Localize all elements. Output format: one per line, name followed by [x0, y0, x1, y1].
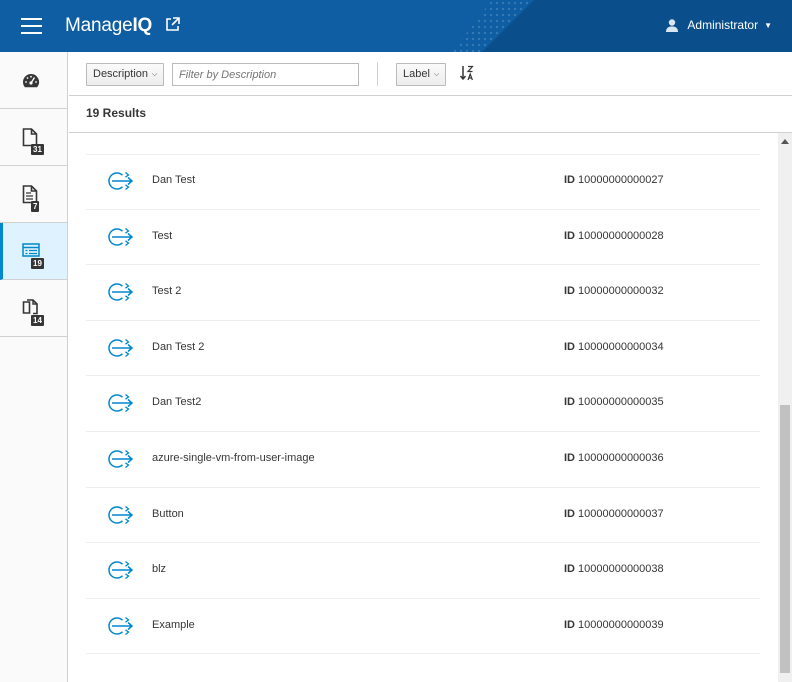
external-link-icon[interactable]: [165, 17, 180, 32]
user-icon: [666, 18, 679, 32]
id-value: 10000000000037: [578, 507, 664, 520]
masthead: ManageIQ Administrator ▼: [0, 0, 792, 52]
item-name[interactable]: Dan Test2: [152, 396, 201, 408]
service-catalog-item-icon: [106, 559, 134, 584]
list-item[interactable]: azure-single-vm-from-user-image ID 1000000…: [86, 432, 760, 488]
nav-item-copies[interactable]: 14: [0, 280, 67, 337]
nav-badge: 7: [31, 201, 40, 212]
nav-badge: 14: [31, 315, 44, 326]
list-view: Dan Test ID 10000000000027 Test ID 1000000000…: [69, 133, 778, 682]
item-id: ID 10000000000035: [564, 396, 664, 408]
service-catalog-item-icon: [106, 281, 134, 306]
item-id: ID 10000000000034: [564, 341, 664, 353]
list-item[interactable]: Test ID 10000000000028: [86, 210, 760, 266]
user-menu[interactable]: Administrator ▼: [666, 18, 772, 32]
scrollbar-thumb[interactable]: [780, 405, 790, 673]
item-name[interactable]: Dan Test 2: [152, 341, 204, 353]
id-value: 10000000000036: [578, 451, 664, 464]
sort-alpha-desc-icon[interactable]: [460, 65, 474, 81]
id-value: 10000000000027: [578, 174, 664, 186]
item-name[interactable]: Button: [152, 508, 184, 520]
list-item[interactable]: Test 2 ID 10000000000032: [86, 265, 760, 321]
results-count: 19 Results: [86, 106, 147, 120]
nav-badge: 19: [31, 258, 44, 269]
catalog-list-icon: [22, 243, 40, 257]
toolbar: Description⌵ Label⌵: [69, 52, 792, 96]
nav-item-documents[interactable]: 31: [0, 109, 67, 166]
id-label: ID: [564, 451, 575, 464]
list-item[interactable]: Dan Test ID 10000000000027: [86, 154, 760, 210]
nav-item-text-documents[interactable]: 7: [0, 166, 67, 223]
item-id: ID 10000000000036: [564, 452, 664, 464]
id-label: ID: [564, 229, 575, 242]
id-label: ID: [564, 340, 575, 353]
list-item[interactable]: blz ID 10000000000038: [86, 543, 760, 599]
service-catalog-item-icon: [106, 448, 134, 473]
list-item[interactable]: Dan Test2 ID 10000000000035: [86, 376, 760, 432]
id-value: 10000000000039: [578, 618, 664, 631]
id-label: ID: [564, 563, 575, 576]
list-item[interactable]: Dan Test 2 ID 10000000000034: [86, 321, 760, 377]
nav-item-catalog-items[interactable]: 19: [0, 223, 67, 280]
brand-logo[interactable]: ManageIQ: [65, 15, 152, 37]
service-catalog-item-icon: [106, 170, 134, 195]
chevron-down-icon: ⌵: [433, 71, 440, 78]
filter-field-dropdown[interactable]: Description ⌵: [86, 63, 165, 86]
id-label: ID: [564, 618, 575, 631]
item-id: ID 10000000000037: [564, 508, 664, 520]
id-value: 10000000000034: [578, 340, 664, 353]
sort-field-dropdown[interactable]: Label ⌵: [396, 63, 447, 86]
user-name: Administrator: [687, 18, 759, 32]
service-catalog-item-icon: [106, 392, 134, 417]
id-label: ID: [564, 396, 575, 409]
item-name[interactable]: Test 2: [152, 285, 181, 297]
nav-badge: 31: [31, 144, 44, 155]
item-id: ID 10000000000028: [564, 230, 664, 242]
id-value: 10000000000035: [578, 396, 664, 409]
item-id: ID 10000000000039: [564, 619, 664, 631]
service-catalog-item-icon: [106, 615, 134, 640]
scroll-up-arrow-icon[interactable]: [781, 139, 789, 144]
hamburger-menu-icon[interactable]: [21, 18, 42, 34]
list-item-partial[interactable]: [86, 133, 760, 155]
service-catalog-item-icon: [106, 504, 134, 529]
dashboard-icon: [23, 73, 40, 88]
item-id: ID 10000000000032: [564, 285, 664, 297]
list-item[interactable]: Button ID 10000000000037: [86, 488, 760, 544]
id-value: 10000000000038: [578, 563, 664, 576]
item-id: ID 10000000000038: [564, 563, 664, 575]
vertical-scrollbar[interactable]: [778, 133, 792, 682]
service-catalog-item-icon: [106, 226, 134, 251]
chevron-down-icon: ▼: [764, 20, 772, 30]
toolbar-divider: [377, 62, 378, 86]
id-value: 10000000000028: [578, 229, 664, 242]
list-item[interactable]: Example ID 10000000000039: [86, 599, 760, 655]
chevron-down-icon: ⌵: [152, 71, 158, 78]
id-label: ID: [564, 285, 575, 298]
nav-item-dashboard[interactable]: [0, 52, 67, 109]
item-id: ID 10000000000027: [564, 174, 664, 186]
item-name[interactable]: Test: [152, 230, 172, 242]
item-name[interactable]: Example: [152, 619, 195, 631]
id-value: 10000000000032: [578, 285, 664, 298]
vertical-nav: 31 7 19 14: [0, 52, 68, 682]
item-name[interactable]: blz: [152, 563, 166, 575]
filter-input[interactable]: [172, 63, 359, 86]
service-catalog-item-icon: [106, 337, 134, 362]
id-label: ID: [564, 507, 575, 520]
item-name[interactable]: Dan Test: [152, 174, 195, 186]
catalog-items-list: Dan Test ID 10000000000027 Test ID 1000000000…: [86, 154, 760, 655]
item-name[interactable]: azure-single-vm-from-user-image: [152, 452, 315, 464]
id-label: ID: [564, 174, 575, 186]
